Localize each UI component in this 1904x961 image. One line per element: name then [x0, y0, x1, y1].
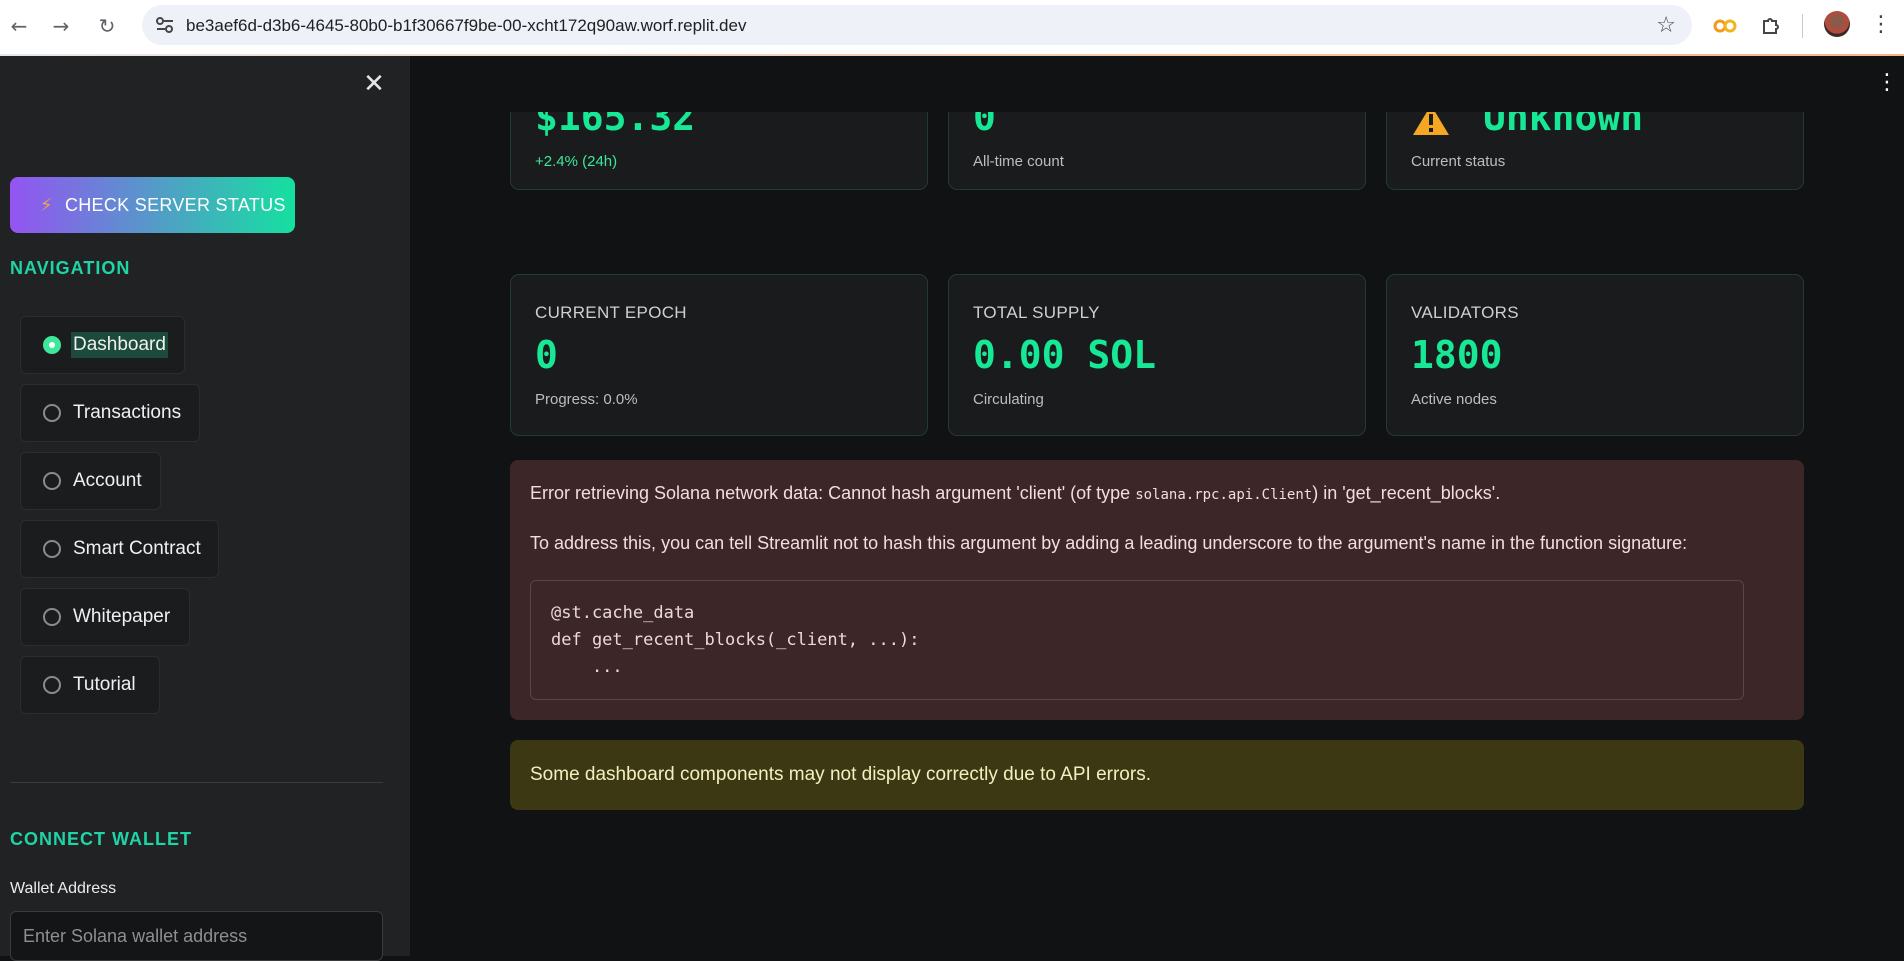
reload-icon[interactable]: ↻: [92, 11, 122, 41]
check-server-status-label: CHECK SERVER STATUS: [64, 194, 286, 215]
radio-icon[interactable]: [43, 472, 61, 490]
error-message: Error retrieving Solana network data: Ca…: [530, 483, 1500, 504]
radio-icon[interactable]: [43, 404, 61, 422]
wallet-address-input[interactable]: [10, 911, 383, 961]
card-title: CURRENT EPOCH: [535, 303, 687, 322]
site-settings-icon[interactable]: [154, 14, 176, 36]
code-line: @st.cache_data: [551, 603, 695, 623]
nav-item-label: Whitepaper: [73, 606, 171, 627]
extensions-puzzle-icon[interactable]: [1756, 11, 1786, 41]
current-epoch-card: CURRENT EPOCH 0 Progress: 0.0%: [510, 274, 928, 436]
toolbar-divider: [1802, 14, 1803, 38]
nav-item-label: Smart Contract: [73, 538, 201, 559]
error-type-code: solana.rpc.api.Client: [1135, 487, 1313, 503]
validators-card: VALIDATORS 1800 Active nodes: [1386, 274, 1804, 436]
warning-icon: [1413, 112, 1449, 135]
radio-icon[interactable]: [43, 608, 61, 626]
main-menu-icon[interactable]: ⋮: [1876, 70, 1898, 95]
price-change: +2.4% (24h): [535, 153, 618, 170]
nav-item-smart-contract[interactable]: Smart Contract: [20, 520, 219, 578]
count-value: 0: [973, 112, 996, 139]
nav-item-label: Tutorial: [73, 674, 136, 695]
warning-message: Some dashboard components may not displa…: [530, 764, 1151, 785]
bookmark-star-icon[interactable]: ☆: [1656, 13, 1676, 38]
navigation-title: NAVIGATION: [10, 258, 131, 278]
profile-avatar[interactable]: [1824, 11, 1850, 37]
sidebar: ✕ ⚡ CHECK SERVER STATUS NAVIGATION Dashb…: [0, 56, 410, 961]
card-title: TOTAL SUPPLY: [973, 303, 1100, 322]
count-card: 0 All-time count: [948, 112, 1366, 190]
sidebar-divider: [10, 782, 383, 783]
card-sub: Circulating: [973, 391, 1044, 408]
card-sub: Progress: 0.0%: [535, 391, 638, 408]
count-sub: All-time count: [973, 153, 1064, 170]
nav-item-transactions[interactable]: Transactions: [20, 384, 200, 442]
code-line: def get_recent_blocks(_client, ...):: [551, 630, 920, 650]
card-title: VALIDATORS: [1411, 303, 1519, 322]
total-supply-card: TOTAL SUPPLY 0.00 SOL Circulating: [948, 274, 1366, 436]
url-text[interactable]: be3aef6d-d3b6-4645-80b0-b1f30667f9be-00-…: [186, 16, 746, 36]
status-sub: Current status: [1411, 153, 1506, 170]
main-header: ⋮: [410, 56, 1904, 112]
address-bar[interactable]: be3aef6d-d3b6-4645-80b0-b1f30667f9be-00-…: [142, 5, 1692, 45]
warning-alert: Some dashboard components may not displa…: [510, 740, 1804, 810]
code-line: ...: [551, 657, 623, 677]
card-sub: Active nodes: [1411, 391, 1497, 408]
nav-item-whitepaper[interactable]: Whitepaper: [20, 588, 190, 646]
price-value: $165.32: [535, 112, 696, 139]
radio-icon[interactable]: [43, 676, 61, 694]
price-card: $165.32 +2.4% (24h): [510, 112, 928, 190]
card-value: 0: [535, 333, 558, 377]
error-hint: To address this, you can tell Streamlit …: [530, 533, 1688, 553]
card-value: 1800: [1411, 333, 1503, 377]
back-icon[interactable]: ←: [4, 11, 34, 41]
error-text: ) in 'get_recent_blocks'.: [1312, 483, 1501, 503]
nav-item-account[interactable]: Account: [20, 452, 161, 510]
radio-icon[interactable]: [43, 540, 61, 558]
extension-co-icon[interactable]: [1710, 11, 1740, 41]
error-text: Error retrieving Solana network data: Ca…: [530, 483, 1136, 503]
nav-item-dashboard[interactable]: Dashboard: [20, 316, 185, 374]
dashboard-scroll-area[interactable]: $165.32 +2.4% (24h) 0 All-time count Unk…: [410, 112, 1904, 956]
nav-item-label: Transactions: [73, 402, 182, 423]
browser-toolbar: ← → ↻ be3aef6d-d3b6-4645-80b0-b1f30667f9…: [0, 0, 1904, 56]
nav-item-tutorial[interactable]: Tutorial: [20, 656, 160, 714]
status-value: Unknown: [1483, 112, 1644, 139]
close-sidebar-icon[interactable]: ✕: [362, 71, 386, 97]
wallet-address-label: Wallet Address: [10, 880, 117, 897]
browser-menu-icon[interactable]: ⋮: [1870, 11, 1892, 41]
code-block[interactable]: @st.cache_data def get_recent_blocks(_cl…: [530, 580, 1744, 700]
card-value: 0.00 SOL: [973, 333, 1157, 377]
check-server-status-button[interactable]: ⚡ CHECK SERVER STATUS: [10, 177, 295, 233]
nav-item-label: Account: [73, 470, 142, 491]
lightning-icon: ⚡: [40, 194, 53, 216]
network-status-card: Unknown Current status: [1386, 112, 1804, 190]
nav-item-label: Dashboard: [71, 332, 168, 358]
error-alert: Error retrieving Solana network data: Ca…: [510, 460, 1804, 720]
main-content: $165.32 +2.4% (24h) 0 All-time count Unk…: [410, 56, 1904, 956]
connect-wallet-title: CONNECT WALLET: [10, 829, 192, 849]
forward-icon[interactable]: →: [46, 11, 76, 41]
radio-selected-icon[interactable]: [43, 336, 61, 354]
